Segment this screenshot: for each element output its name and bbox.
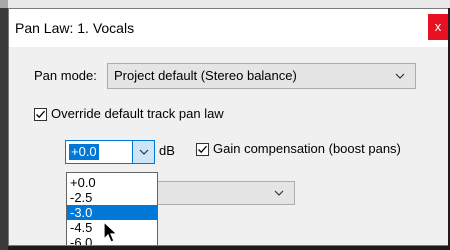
close-button[interactable]: x [428,14,448,40]
chevron-down-icon [139,148,149,156]
chevron-down-icon [395,72,405,80]
pan-law-combo[interactable]: +0.0 [65,140,155,164]
secondary-select[interactable] [151,181,295,205]
chevron-down-icon [274,189,284,197]
pan-mode-label: Pan mode: [34,68,97,83]
override-label: Override default track pan law [51,106,224,121]
dropdown-option[interactable]: +0.0 [67,175,157,190]
gain-compensation-checkbox[interactable] [196,143,209,156]
checkmark-icon [36,110,45,119]
pan-mode-select[interactable]: Project default (Stereo balance) [107,63,416,89]
background-window-edge [0,8,8,250]
dropdown-option[interactable]: -2.5 [67,190,157,205]
pan-mode-value: Project default (Stereo balance) [114,68,297,83]
checkmark-icon [198,145,207,154]
close-icon: x [434,19,442,34]
db-unit-label: dB [159,143,175,158]
pan-law-dropdown-button[interactable] [132,141,154,163]
pan-law-dialog: Pan Law: 1. Vocals x Pan mode: Project d… [8,8,448,246]
pan-law-value[interactable]: +0.0 [69,144,99,160]
override-checkbox[interactable] [34,108,47,121]
title-bar: Pan Law: 1. Vocals x [9,9,448,47]
gain-compensation-label: Gain compensation (boost pans) [213,141,401,156]
background-window [0,0,450,8]
dropdown-option-highlighted[interactable]: -3.0 [67,205,157,220]
mouse-pointer-icon [103,220,121,245]
window-title: Pan Law: 1. Vocals [15,20,135,36]
